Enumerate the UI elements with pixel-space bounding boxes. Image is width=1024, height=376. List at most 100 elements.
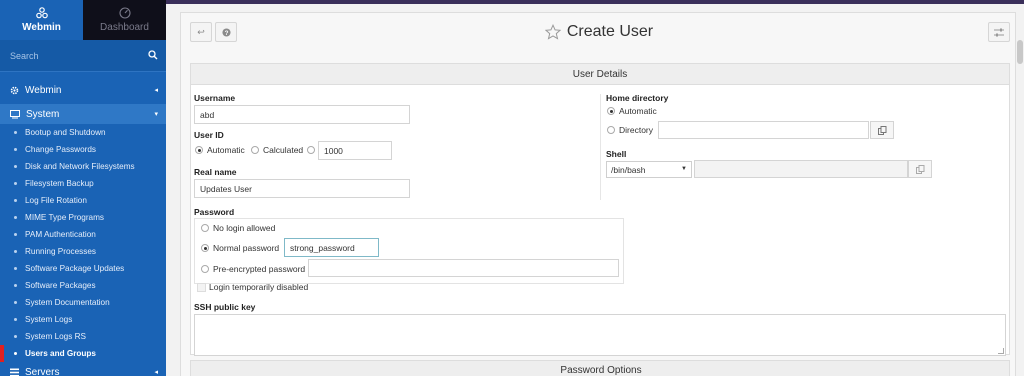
userid-calculated-label: Calculated — [263, 145, 304, 155]
caret-left-icon: ◂ — [154, 87, 158, 94]
password-field[interactable] — [284, 238, 379, 257]
star-icon[interactable] — [544, 24, 561, 40]
realname-label: Real name — [194, 167, 237, 177]
bullet-icon — [14, 233, 17, 236]
ssh-key-textarea[interactable] — [194, 314, 1006, 356]
shell-browse-button[interactable] — [908, 160, 932, 178]
password-nologin-label: No login allowed — [213, 223, 276, 233]
login-disabled-label: Login temporarily disabled — [209, 282, 309, 292]
bullet-icon — [14, 250, 17, 253]
sidebar-item-bootup[interactable]: Bootup and Shutdown — [0, 124, 166, 141]
server-list-icon — [10, 368, 19, 376]
bullet-icon — [14, 131, 17, 134]
sliders-icon — [994, 28, 1004, 36]
password-options-heading: Password Options — [560, 365, 642, 376]
user-details-panel: User Details Username User ID Automatic … — [190, 63, 1010, 356]
userid-automatic-label: Automatic — [207, 145, 245, 155]
homedir-browse-button[interactable] — [870, 121, 894, 139]
page-title: Create User — [566, 23, 654, 40]
sidebar-item-log-rotation[interactable]: Log File Rotation — [0, 192, 166, 209]
sidebar-item-disk-filesystems[interactable]: Disk and Network Filesystems — [0, 158, 166, 175]
sidebar-item-change-passwords[interactable]: Change Passwords — [0, 141, 166, 158]
homedir-automatic-radio[interactable] — [607, 107, 615, 115]
monitor-icon — [10, 109, 20, 118]
username-label: Username — [194, 93, 236, 103]
dashboard-gauge-icon — [118, 7, 131, 19]
bullet-icon — [14, 148, 17, 151]
bullet-icon — [14, 199, 17, 202]
sidebar-item-system-docs[interactable]: System Documentation — [0, 294, 166, 311]
tab-dashboard[interactable]: Dashboard — [83, 0, 166, 40]
sidebar-item-running-processes[interactable]: Running Processes — [0, 243, 166, 260]
tab-dashboard-label: Dashboard — [100, 22, 149, 33]
homedir-path-field[interactable] — [658, 121, 869, 139]
sidebar-section-servers[interactable]: Servers ◂ — [0, 362, 166, 376]
page-title-bar: Create User — [181, 23, 1017, 41]
file-chooser-icon — [915, 164, 924, 174]
password-preencrypted-radio[interactable] — [201, 265, 209, 273]
userid-calculated-radio[interactable] — [251, 146, 259, 154]
sidebar-section-webmin[interactable]: Webmin ◂ — [0, 80, 166, 100]
sidebar-item-mime-types[interactable]: MIME Type Programs — [0, 209, 166, 226]
sidebar-section-system-label: System — [26, 108, 60, 120]
sidebar-item-pam[interactable]: PAM Authentication — [0, 226, 166, 243]
userid-manual-radio[interactable] — [307, 146, 315, 154]
sidebar-item-users-groups[interactable]: Users and Groups — [0, 345, 166, 362]
homedir-directory-label: Directory — [619, 125, 654, 135]
username-field[interactable] — [194, 105, 410, 124]
homedir-automatic-label: Automatic — [619, 106, 657, 116]
realname-field[interactable] — [194, 179, 410, 198]
file-chooser-icon — [877, 125, 886, 135]
userid-automatic-radio[interactable] — [195, 146, 203, 154]
bullet-icon — [14, 352, 17, 355]
sidebar-item-software-packages[interactable]: Software Packages — [0, 277, 166, 294]
caret-left-icon: ◂ — [154, 369, 158, 376]
chevron-down-icon: ▼ — [681, 166, 687, 172]
password-preencrypted-label: Pre-encrypted password — [213, 264, 306, 274]
bullet-icon — [14, 267, 17, 270]
sidebar-item-system-logs[interactable]: System Logs — [0, 311, 166, 328]
resize-grip-icon[interactable] — [998, 348, 1004, 354]
bullet-icon — [14, 318, 17, 321]
login-disabled-checkbox[interactable] — [197, 283, 206, 292]
scrollbar-thumb[interactable] — [1017, 40, 1023, 64]
system-module-list: Bootup and Shutdown Change Passwords Dis… — [0, 124, 166, 362]
sidebar-item-package-updates[interactable]: Software Package Updates — [0, 260, 166, 277]
shell-select-value: /bin/bash — [611, 164, 646, 175]
sidebar-section-servers-label: Servers — [25, 366, 60, 376]
shell-select[interactable]: /bin/bash ▼ — [606, 161, 692, 178]
ssh-key-label: SSH public key — [194, 302, 256, 312]
userid-field[interactable] — [318, 141, 392, 160]
homedir-directory-radio[interactable] — [607, 126, 615, 134]
sidebar-item-filesystem-backup[interactable]: Filesystem Backup — [0, 175, 166, 192]
sidebar-item-system-logs-rs[interactable]: System Logs RS — [0, 328, 166, 345]
gear-icon — [10, 86, 19, 94]
webmin-logo-icon — [35, 7, 48, 19]
bullet-icon — [14, 216, 17, 219]
preencrypted-field[interactable] — [308, 259, 619, 277]
column-divider — [600, 94, 601, 200]
userid-label: User ID — [194, 130, 224, 140]
shell-label: Shell — [606, 149, 627, 159]
bullet-icon — [14, 165, 17, 168]
tab-webmin[interactable]: Webmin — [0, 0, 83, 40]
bullet-icon — [14, 284, 17, 287]
main-content: ↩ ? Create User User Details Username ab… — [166, 4, 1024, 376]
user-details-heading: User Details — [191, 64, 1009, 85]
bullet-icon — [14, 182, 17, 185]
search-input[interactable] — [10, 50, 140, 61]
bullet-icon — [14, 335, 17, 338]
tab-webmin-label: Webmin — [22, 22, 61, 33]
password-normal-label: Normal password — [213, 243, 280, 253]
shell-other-field[interactable] — [694, 160, 908, 178]
password-label: Password — [194, 207, 235, 217]
password-nologin-radio[interactable] — [201, 224, 209, 232]
sidebar-section-webmin-label: Webmin — [25, 84, 62, 96]
config-button[interactable] — [988, 22, 1010, 42]
search-icon[interactable] — [148, 50, 158, 60]
password-normal-radio[interactable] — [201, 244, 209, 252]
content-frame: ↩ ? Create User User Details Username ab… — [180, 12, 1016, 376]
sidebar-section-system[interactable]: System ▾ — [0, 104, 166, 124]
password-options-panel: Password Options — [190, 360, 1010, 376]
sidebar: Webmin Dashboard Webmin ◂ System — [0, 0, 166, 376]
